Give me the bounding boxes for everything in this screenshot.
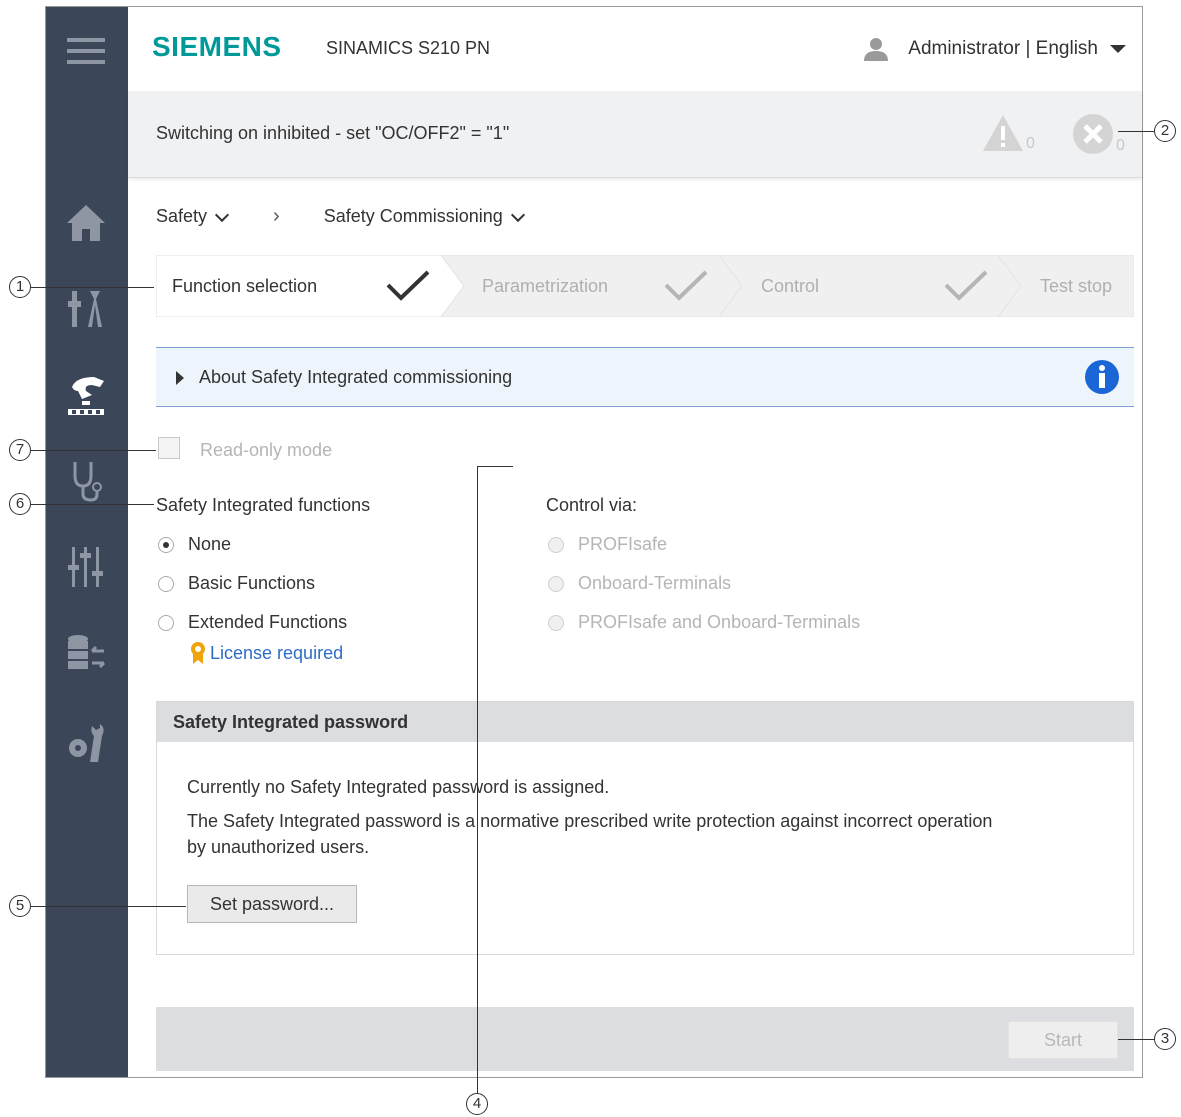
wizard-steps: Function selection Parametrization Contr… <box>156 255 1134 317</box>
about-expander[interactable]: About Safety Integrated commissioning <box>156 347 1134 407</box>
callout-line <box>1118 131 1154 132</box>
breadcrumb-item-safety[interactable]: Safety <box>156 206 207 227</box>
backup-restore-icon[interactable] <box>62 629 110 677</box>
breadcrumb: Safety › Safety Commissioning <box>156 205 525 228</box>
license-link[interactable]: License required <box>210 643 343 664</box>
radio-none-label: None <box>188 534 232 554</box>
control-title: Control via: <box>546 495 638 515</box>
expand-triangle-icon <box>176 371 184 385</box>
functions-title: Safety Integrated functions <box>156 495 371 515</box>
main-content: SIEMENS SINAMICS S210 PN Administrator |… <box>128 7 1142 1077</box>
error-icon <box>1073 114 1113 154</box>
user-icon <box>864 38 889 61</box>
radio-extended-functions[interactable] <box>158 615 174 631</box>
password-panel: Safety Integrated password Currently no … <box>156 701 1134 955</box>
radio-profisafe[interactable] <box>548 537 564 553</box>
callout-line <box>30 906 186 907</box>
callout-3: 3 <box>1154 1028 1176 1050</box>
radio-profisafe-label: PROFIsafe <box>578 534 668 554</box>
radio-basic-functions[interactable] <box>158 576 174 592</box>
footer-bar: Start <box>156 1007 1134 1071</box>
callout-4: 4 <box>466 1093 488 1115</box>
license-required[interactable]: License required <box>190 641 343 665</box>
step-test-stop[interactable]: Test stop <box>1040 276 1112 297</box>
callout-line <box>477 466 478 1093</box>
step-control[interactable]: Control <box>761 276 819 297</box>
about-label: About Safety Integrated commissioning <box>199 367 513 387</box>
step-function-selection[interactable]: Function selection <box>172 276 317 297</box>
radio-basic-label: Basic Functions <box>188 573 316 593</box>
step-parametrization[interactable]: Parametrization <box>482 276 608 297</box>
parameters-icon[interactable] <box>62 543 110 591</box>
callout-line <box>30 504 154 505</box>
error-count: 0 <box>1116 137 1125 154</box>
callout-line <box>477 466 513 467</box>
callout-line <box>30 450 156 451</box>
read-only-checkbox[interactable] <box>158 437 180 459</box>
radio-onboard-label: Onboard-Terminals <box>578 573 732 593</box>
chevron-down-icon[interactable] <box>214 207 230 222</box>
tools-icon[interactable] <box>62 285 110 333</box>
app-window: SIEMENS SINAMICS S210 PN Administrator |… <box>45 6 1143 1078</box>
radio-none[interactable] <box>158 537 174 553</box>
start-button[interactable]: Start <box>1008 1021 1118 1059</box>
status-bar: Switching on inhibited - set "OC/OFF2" =… <box>128 91 1142 178</box>
password-panel-title: Safety Integrated password <box>173 712 409 732</box>
breadcrumb-item-safety-commissioning[interactable]: Safety Commissioning <box>324 206 503 227</box>
top-bar: SIEMENS SINAMICS S210 PN Administrator |… <box>128 7 1142 91</box>
info-icon[interactable] <box>1084 359 1120 395</box>
callout-6: 6 <box>9 493 31 515</box>
system-settings-icon[interactable] <box>62 719 110 767</box>
status-message: Switching on inhibited - set "OC/OFF2" =… <box>156 123 510 143</box>
error-indicator[interactable]: 0 <box>1072 113 1125 155</box>
read-only-label: Read-only mode <box>200 440 333 460</box>
callout-7: 7 <box>9 439 31 461</box>
diagnostics-icon[interactable] <box>62 457 110 505</box>
warning-indicator[interactable]: 0 <box>982 113 1035 153</box>
product-name: SINAMICS S210 PN <box>326 38 491 58</box>
chevron-down-icon <box>1110 45 1126 53</box>
safety-icon[interactable] <box>62 369 110 417</box>
menu-icon[interactable] <box>62 27 110 75</box>
password-description-line2: by unauthorized users. <box>187 837 370 857</box>
user-menu[interactable]: Administrator | English <box>864 37 1126 61</box>
callout-line <box>30 287 154 288</box>
password-status-text: Currently no Safety Integrated password … <box>187 777 610 797</box>
radio-extended-label: Extended Functions <box>188 612 348 632</box>
warning-count: 0 <box>1026 135 1035 152</box>
callout-2: 2 <box>1154 120 1176 142</box>
radio-profisafe-onboard-label: PROFIsafe and Onboard-Terminals <box>578 612 861 632</box>
callout-line <box>1118 1039 1154 1040</box>
radio-profisafe-onboard[interactable] <box>548 615 564 631</box>
siemens-logo: SIEMENS <box>152 31 282 62</box>
set-password-button[interactable]: Set password... <box>187 885 357 923</box>
chevron-down-icon[interactable] <box>510 207 525 222</box>
warning-icon <box>983 115 1023 151</box>
user-language-label: Administrator | English <box>908 38 1098 59</box>
radio-onboard-terminals[interactable] <box>548 576 564 592</box>
callout-5: 5 <box>9 895 31 917</box>
sidebar <box>46 7 128 1077</box>
home-icon[interactable] <box>62 199 110 247</box>
license-icon <box>191 642 205 664</box>
breadcrumb-separator: › <box>273 205 280 227</box>
password-panel-header: Safety Integrated password <box>157 702 1133 742</box>
password-description-line1: The Safety Integrated password is a norm… <box>187 811 993 831</box>
callout-1: 1 <box>9 276 31 298</box>
